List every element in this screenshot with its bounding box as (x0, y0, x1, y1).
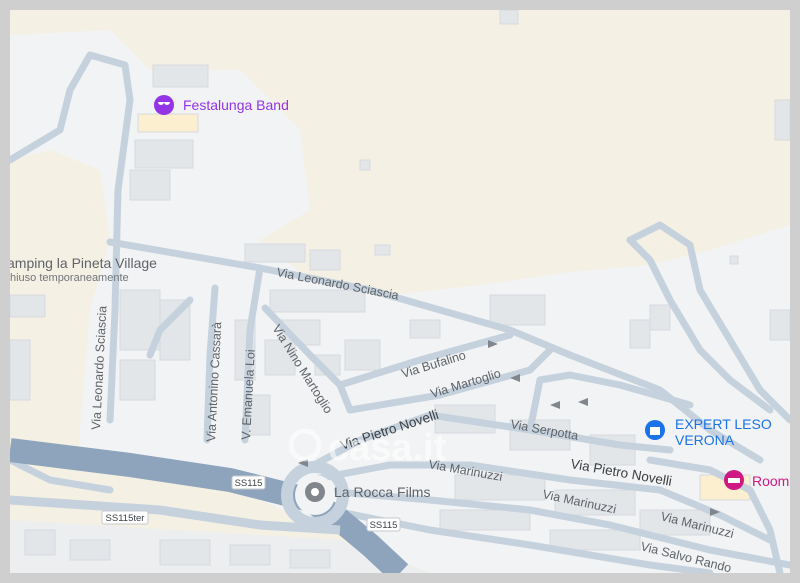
poi-expert-label-1: EXPERT LESO (675, 416, 772, 432)
watermark-text: casa.it (328, 427, 447, 469)
poi-camping-label: amping la Pineta Village (10, 255, 157, 271)
map-frame: Via Leonardo Sciascia Via Leonardo Scias… (0, 0, 800, 583)
shield-ss115-b: SS115 (366, 517, 401, 532)
shield-ss115-a: SS115 (231, 475, 266, 490)
music-icon (154, 95, 174, 115)
poi-room-label: Room (752, 473, 789, 489)
shield-ss115ter: SS115ter (101, 510, 149, 525)
poi-camping-status: hiuso temporaneamente (10, 272, 129, 284)
poi-room[interactable]: Room (724, 470, 789, 490)
shield-ss115ter-text: SS115ter (106, 513, 145, 524)
shield-ss115-a-text: SS115 (235, 478, 263, 489)
map-canvas[interactable]: Via Leonardo Sciascia Via Leonardo Scias… (10, 10, 790, 573)
map-svg[interactable]: Via Leonardo Sciascia Via Leonardo Scias… (10, 10, 790, 573)
poi-festalunga-label: Festalunga Band (183, 97, 289, 113)
poi-expert-label-2: VERONA (675, 432, 735, 448)
shield-ss115-b-text: SS115 (370, 520, 398, 531)
poi-larocca-label: La Rocca Films (334, 484, 430, 500)
